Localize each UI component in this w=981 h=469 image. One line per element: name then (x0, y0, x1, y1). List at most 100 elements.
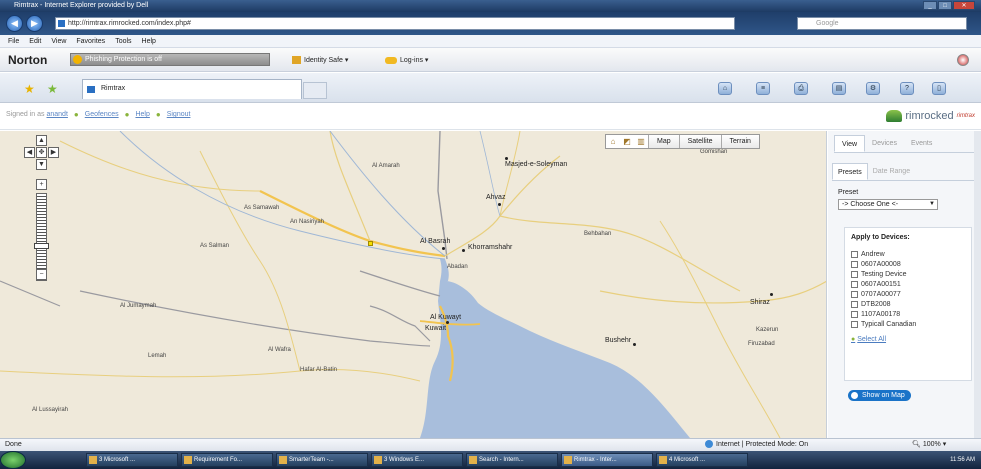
app-icon (279, 456, 287, 464)
map-view[interactable]: Masjed-e-Soleyman Gomishan Ahvaz Al Basr… (0, 131, 827, 438)
taskbar-item[interactable]: Search - Intern... (466, 453, 558, 467)
norton-settings-icon[interactable] (957, 54, 969, 66)
minimize-button[interactable]: _ (923, 1, 937, 10)
tab-view[interactable]: View (834, 135, 866, 152)
page-menu-icon[interactable]: ▤ (832, 82, 846, 95)
control-panel: View Devices Events Presets Date Range P… (828, 131, 981, 438)
device-item[interactable]: Typicall Canadian (851, 319, 965, 329)
panel-scrollbar[interactable] (974, 131, 981, 438)
taskbar-item[interactable]: SmarterTeam -... (276, 453, 368, 467)
start-button[interactable] (0, 451, 26, 469)
identity-safe-button[interactable]: Identity Safe ▾ (292, 56, 348, 65)
signout-link[interactable]: Signout (167, 111, 191, 118)
forward-button[interactable]: ▶ (26, 15, 43, 32)
zoom-in-button[interactable]: + (36, 179, 47, 190)
print-icon[interactable]: ⎙ (794, 82, 808, 95)
road-minor (499, 215, 741, 292)
taskbar-item-active[interactable]: Rimtrax - Inter... (561, 453, 653, 467)
help-link[interactable]: Help (135, 111, 149, 118)
zoom-slider-handle[interactable] (34, 243, 49, 249)
apply-to-devices-box: Apply to Devices: Andrew 0607A00008 Test… (844, 227, 972, 381)
device-item[interactable]: 1107A00178 (851, 309, 965, 319)
show-on-map-button[interactable]: Show on Map (848, 390, 911, 401)
panel-tabs: View Devices Events (834, 135, 977, 153)
device-marker[interactable] (368, 241, 373, 246)
preset-select[interactable]: -> Choose One <- (838, 199, 938, 210)
new-tab-button[interactable] (303, 82, 327, 99)
menu-file[interactable]: File (8, 35, 19, 47)
log-ins-button[interactable]: Log-ins ▾ (385, 56, 428, 64)
zoom-out-button[interactable]: − (36, 269, 47, 280)
device-checkbox[interactable] (851, 280, 858, 288)
favorites-star-icon[interactable]: ★ (24, 82, 35, 96)
map-home-icon[interactable]: ⌂ (606, 135, 620, 148)
device-item[interactable]: Andrew (851, 249, 965, 259)
home-icon[interactable]: ⌂ (718, 82, 732, 95)
device-checkbox[interactable] (851, 270, 858, 278)
research-icon[interactable]: ▯ (932, 82, 946, 95)
device-item[interactable]: 0607A00151 (851, 279, 965, 289)
zoom-level[interactable]: 🔍︎ 100% ▾ (912, 439, 946, 451)
show-map-icon (851, 392, 858, 399)
taskbar-item[interactable]: 3 Windows E... (371, 453, 463, 467)
pan-right-button[interactable]: ▶ (48, 147, 59, 158)
device-item[interactable]: 0607A00008 (851, 259, 965, 269)
app-icon (374, 456, 382, 464)
tools-menu-icon[interactable]: ⚙ (866, 82, 880, 95)
tab-devices[interactable]: Devices (865, 135, 904, 152)
device-checkbox[interactable] (851, 290, 858, 298)
tab-rimtrax[interactable]: Rimtrax (82, 79, 302, 99)
back-button[interactable]: ◀ (6, 15, 23, 32)
tab-date-range[interactable]: Date Range (868, 163, 915, 180)
geofences-link[interactable]: Geofences (85, 111, 119, 118)
search-input[interactable]: Google (797, 17, 967, 30)
pan-left-button[interactable]: ◀ (24, 147, 35, 158)
device-item[interactable]: DTB2008 (851, 299, 965, 309)
window-title: Rimtrax - Internet Explorer provided by … (14, 2, 149, 9)
menu-help[interactable]: Help (142, 35, 156, 47)
device-checkbox[interactable] (851, 250, 858, 258)
menu-view[interactable]: View (51, 35, 66, 47)
device-item[interactable]: 0707A00077 (851, 289, 965, 299)
add-favorites-icon[interactable]: ★ (47, 82, 58, 96)
device-checkbox[interactable] (851, 310, 858, 318)
maximize-button[interactable]: □ (938, 1, 952, 10)
menu-edit[interactable]: Edit (29, 35, 41, 47)
preset-label: Preset (838, 189, 859, 196)
map-layer-icon[interactable]: ◩ (620, 135, 634, 148)
preset-section: Preset -> Choose One <- (838, 189, 972, 210)
address-input[interactable]: http://rimtrax.rimrocked.com/index.php# (55, 17, 735, 30)
feeds-icon[interactable]: ≡ (756, 82, 770, 95)
zoom-slider[interactable] (36, 193, 47, 281)
user-link[interactable]: anandt (46, 111, 67, 118)
map-label: An Nasiriyah (290, 219, 325, 225)
menu-tools[interactable]: Tools (115, 35, 131, 47)
tab-events[interactable]: Events (904, 135, 939, 152)
map-legend-icon[interactable]: ▥ (634, 135, 648, 148)
pan-up-button[interactable]: ▲ (36, 135, 47, 146)
taskbar-item[interactable]: 3 Microsoft ... (86, 453, 178, 467)
map-label: Al Wafra (268, 347, 291, 353)
pan-down-button[interactable]: ▼ (36, 159, 47, 170)
pan-center-button[interactable]: ✥ (36, 147, 47, 158)
select-all-link[interactable]: ● Select All (851, 336, 965, 343)
help-menu-icon[interactable]: ? (900, 82, 914, 95)
view-sub-tabs: Presets Date Range (832, 163, 977, 181)
device-item[interactable]: Testing Device (851, 269, 965, 279)
norton-toolbar: Norton Phishing Protection is off Identi… (0, 48, 981, 72)
device-checkbox[interactable] (851, 320, 858, 328)
taskbar-item[interactable]: Requirement Fo... (181, 453, 273, 467)
border-line (79, 290, 431, 347)
border-line (359, 270, 441, 297)
map-type-satellite-button[interactable]: Satellite (678, 135, 721, 148)
device-checkbox[interactable] (851, 300, 858, 308)
taskbar-item[interactable]: 4 Microsoft ... (656, 453, 748, 467)
menu-favorites[interactable]: Favorites (76, 35, 105, 47)
device-checkbox[interactable] (851, 260, 858, 268)
map-type-terrain-button[interactable]: Terrain (720, 135, 759, 148)
tab-presets[interactable]: Presets (832, 163, 868, 180)
map-type-map-button[interactable]: Map (648, 135, 679, 148)
phishing-protection-dropdown[interactable]: Phishing Protection is off (70, 53, 270, 66)
close-button[interactable]: ✕ (953, 1, 975, 10)
shatt-al-arab-water (440, 259, 449, 281)
